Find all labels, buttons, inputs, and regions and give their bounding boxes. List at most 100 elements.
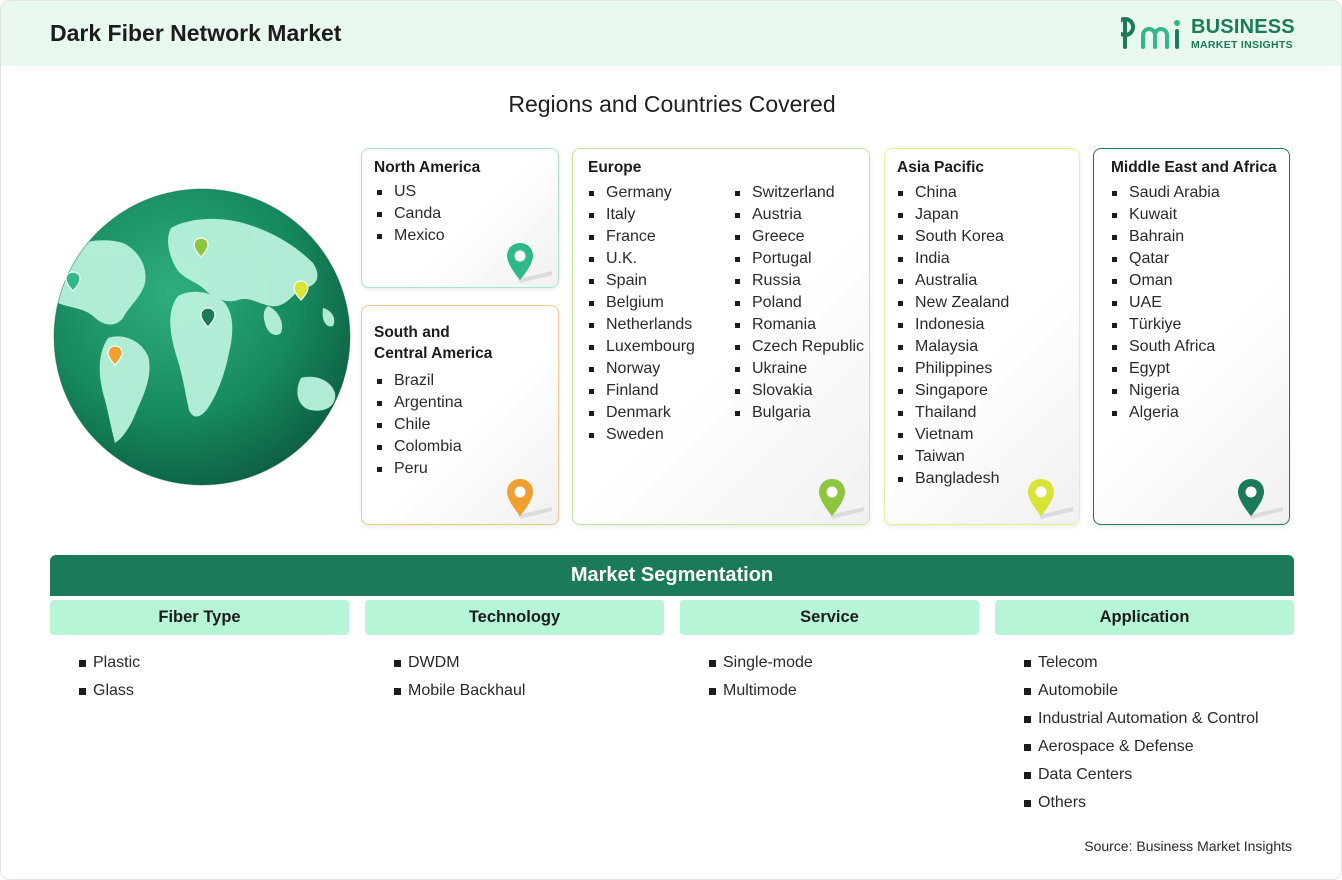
list-item: Bulgaria [735, 402, 864, 424]
list-item: South Korea [898, 226, 1009, 248]
list-item: Philippines [898, 358, 1009, 380]
list-item: Industrial Automation & Control [1024, 705, 1259, 733]
header-bar: Dark Fiber Network Market BUSINESS MARKE… [1, 1, 1341, 66]
source-note: Source: Business Market Insights [1084, 838, 1292, 854]
list-item: Mobile Backhaul [394, 677, 525, 705]
list-item: Oman [1112, 270, 1220, 292]
logo-subtitle: MARKET INSIGHTS [1191, 39, 1293, 51]
list-item: Single-mode [709, 649, 813, 677]
list-item: Aerospace & Defense [1024, 733, 1259, 761]
logo-name: BUSINESS [1191, 16, 1295, 38]
list-item: Finland [589, 380, 695, 402]
list-item: Luxembourg [589, 336, 695, 358]
list-item: Denmark [589, 402, 695, 424]
list-item: Brazil [377, 370, 463, 392]
list-item: Plastic [79, 649, 140, 677]
list-item: Türkiye [1112, 314, 1220, 336]
segment-header-technology: Technology [365, 600, 664, 635]
list-item: UAE [1112, 292, 1220, 314]
list-item: Poland [735, 292, 864, 314]
region-card-europe: Europe Germany Italy France U.K. Spain B… [572, 148, 870, 525]
list-item: Indonesia [898, 314, 1009, 336]
region-title: Middle East and Africa [1111, 159, 1277, 176]
segment-list-service: Single-mode Multimode [709, 649, 813, 705]
segment-list-application: Telecom Automobile Industrial Automation… [1024, 649, 1259, 817]
list-item: Austria [735, 204, 864, 226]
region-title-line: Central America [374, 345, 493, 362]
list-item: New Zealand [898, 292, 1009, 314]
segment-list-fiber-type: Plastic Glass [79, 649, 140, 705]
list-item: Belgium [589, 292, 695, 314]
list-item: Bahrain [1112, 226, 1220, 248]
country-list: Switzerland Austria Greece Portugal Russ… [735, 182, 864, 424]
list-item: Romania [735, 314, 864, 336]
region-title: Asia Pacific [897, 159, 985, 176]
list-item: Glass [79, 677, 140, 705]
list-item: Norway [589, 358, 695, 380]
list-item: Mexico [377, 225, 445, 247]
regions-title: Regions and Countries Covered [508, 91, 836, 117]
country-list: US Canda Mexico [377, 181, 445, 247]
page-title: Dark Fiber Network Market [50, 20, 342, 46]
country-list: Germany Italy France U.K. Spain Belgium … [589, 182, 695, 446]
map-pin-icon [507, 243, 552, 283]
list-item: Saudi Arabia [1112, 182, 1220, 204]
region-card-south-central-america: South and Central America Brazil Argenti… [361, 305, 559, 525]
list-item: China [898, 182, 1009, 204]
map-pin-icon [1028, 479, 1073, 519]
list-item: Chile [377, 414, 463, 436]
list-item: Singapore [898, 380, 1009, 402]
list-item: Vietnam [898, 424, 1009, 446]
list-item: Data Centers [1024, 761, 1259, 789]
region-card-middle-east-africa: Middle East and Africa Saudi Arabia Kuwa… [1093, 148, 1290, 525]
list-item: US [377, 181, 445, 203]
list-item: India [898, 248, 1009, 270]
country-list: Brazil Argentina Chile Colombia Peru [377, 370, 463, 480]
list-item: Portugal [735, 248, 864, 270]
list-item: Qatar [1112, 248, 1220, 270]
list-item: Algeria [1112, 402, 1220, 424]
list-item: Taiwan [898, 446, 1009, 468]
list-item: France [589, 226, 695, 248]
region-title: North America [374, 159, 481, 176]
region-title-line: South and [374, 324, 450, 341]
list-item: Argentina [377, 392, 463, 414]
list-item: Peru [377, 458, 463, 480]
list-item: Slovakia [735, 380, 864, 402]
brand-logo: BUSINESS MARKET INSIGHTS [1121, 15, 1301, 55]
segment-list-technology: DWDM Mobile Backhaul [394, 649, 525, 705]
segment-header-fiber-type: Fiber Type [50, 600, 349, 635]
list-item: Canda [377, 203, 445, 225]
list-item: Germany [589, 182, 695, 204]
region-title: Europe [588, 159, 642, 176]
list-item: South Africa [1112, 336, 1220, 358]
segment-header-application: Application [995, 600, 1294, 635]
list-item: U.K. [589, 248, 695, 270]
region-card-asia-pacific: Asia Pacific China Japan South Korea Ind… [884, 148, 1080, 525]
list-item: Others [1024, 789, 1259, 817]
list-item: Telecom [1024, 649, 1259, 677]
list-item: Thailand [898, 402, 1009, 424]
country-list: China Japan South Korea India Australia … [898, 182, 1009, 490]
infographic-frame: Dark Fiber Network Market BUSINESS MARKE… [0, 0, 1342, 880]
country-list: Saudi Arabia Kuwait Bahrain Qatar Oman U… [1112, 182, 1220, 424]
list-item: Automobile [1024, 677, 1259, 705]
list-item: Kuwait [1112, 204, 1220, 226]
segmentation-title: Market Segmentation [50, 555, 1294, 596]
list-item: Colombia [377, 436, 463, 458]
list-item: Sweden [589, 424, 695, 446]
list-item: Czech Republic [735, 336, 864, 358]
list-item: Australia [898, 270, 1009, 292]
list-item: Egypt [1112, 358, 1220, 380]
list-item: Multimode [709, 677, 813, 705]
list-item: Netherlands [589, 314, 695, 336]
map-pin-icon [819, 479, 864, 519]
list-item: DWDM [394, 649, 525, 677]
list-item: Nigeria [1112, 380, 1220, 402]
list-item: Japan [898, 204, 1009, 226]
map-pin-icon [1238, 479, 1283, 519]
list-item: Italy [589, 204, 695, 226]
bmi-logo-icon [1121, 17, 1180, 49]
region-card-north-america: North America US Canda Mexico [361, 148, 559, 288]
list-item: Ukraine [735, 358, 864, 380]
